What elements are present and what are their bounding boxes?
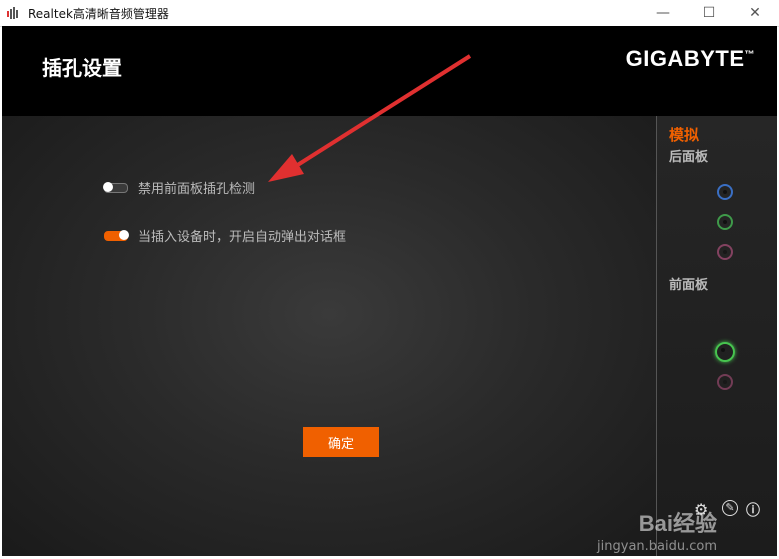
option-label: 禁用前面板插孔检测 [138,182,256,197]
front-mic-jack-icon[interactable] [717,374,733,390]
brand-logo: GIGABYTE™ [626,46,755,72]
speaker-app-icon [7,7,18,19]
tools-icon[interactable]: ✎ [722,500,738,516]
line-in-jack-icon[interactable] [717,184,733,200]
minimize-button[interactable]: — [640,0,686,26]
option-label: 当插入设备时，开启自动弹出对话框 [138,230,347,245]
ok-button[interactable]: 确定 [303,427,379,457]
title-bar[interactable]: Realtek高清晰音频管理器 — ☐ ✕ [0,0,779,27]
option-auto-popup-dialog[interactable]: 当插入设备时，开启自动弹出对话框 [104,226,346,245]
maximize-button[interactable]: ☐ [686,0,732,26]
tab-analog[interactable]: 模拟 [669,124,699,145]
gear-icon[interactable]: ⚙ [694,500,708,519]
brand-trademark: ™ [744,49,755,61]
toggle-switch-on[interactable] [104,229,129,241]
page-title: 插孔设置 [42,56,122,80]
close-button[interactable]: ✕ [732,0,778,26]
toggle-knob [119,229,129,240]
front-panel-heading: 前面板 [669,278,709,293]
app-content: 插孔设置 GIGABYTE™ 禁用前面板插孔检测 当插入设备时，开启自动弹出对话… [2,26,777,556]
headphone-jack-icon[interactable] [715,342,735,362]
rear-panel-heading: 后面板 [669,150,709,165]
info-icon[interactable]: ⓘ [746,500,760,520]
toggle-knob [103,181,113,192]
option-disable-front-panel-detection[interactable]: 禁用前面板插孔检测 [103,178,256,197]
brand-text: GIGABYTE [625,46,745,71]
mic-jack-icon[interactable] [717,244,733,260]
toggle-switch-off[interactable] [103,181,128,193]
line-out-jack-icon[interactable] [717,214,733,230]
window-title: Realtek高清晰音频管理器 [28,7,169,21]
jack-sidebar: 模拟 后面板 前面板 [656,116,777,556]
settings-panel: 禁用前面板插孔检测 当插入设备时，开启自动弹出对话框 确定 [2,116,656,556]
watermark-url: jingyan.baidu.com [597,539,717,554]
app-window: Realtek高清晰音频管理器 — ☐ ✕ 插孔设置 GIGABYTE™ 禁用前… [0,0,779,559]
header: 插孔设置 GIGABYTE™ [2,26,777,116]
